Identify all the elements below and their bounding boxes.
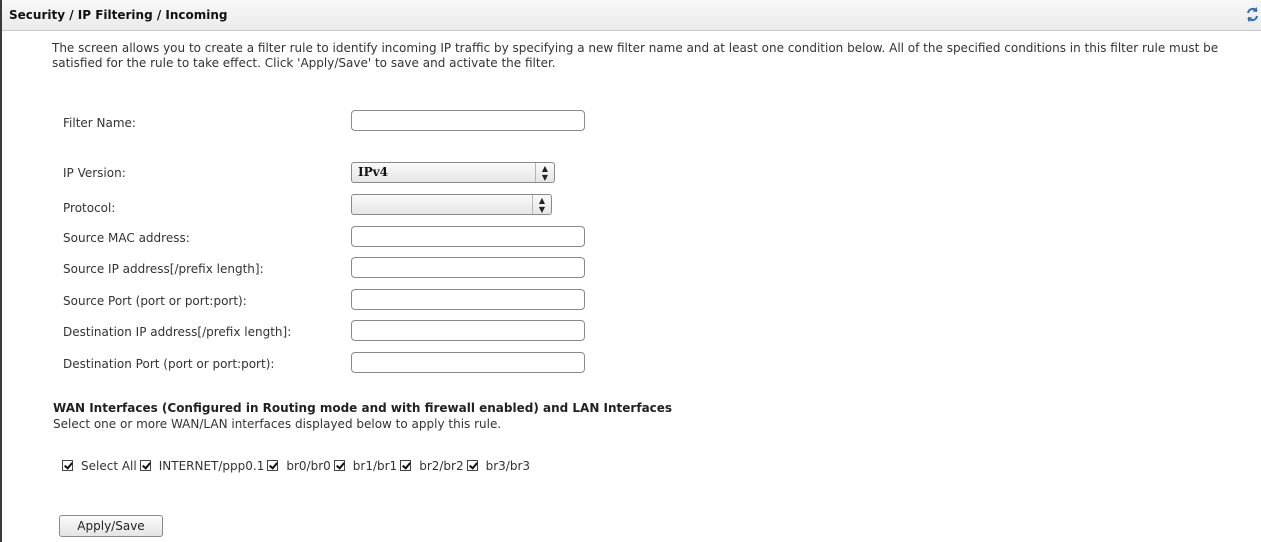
interface-br3-checkbox[interactable] — [466, 460, 478, 471]
apply-save-button[interactable]: Apply/Save — [59, 515, 163, 537]
interface-internet-ppp0-label: INTERNET/ppp0.1 — [158, 458, 265, 473]
interface-br0-checkbox[interactable] — [267, 460, 279, 471]
ip-version-label: IP Version: — [63, 166, 126, 180]
select-all-label: Select All — [81, 458, 137, 473]
select-arrows-icon: ▲ ▼ — [532, 195, 551, 214]
select-all-checkbox[interactable] — [62, 460, 73, 471]
interface-br1-label: br1/br1 — [352, 458, 398, 473]
page-header: Security / IP Filtering / Incoming — [2, 0, 1261, 31]
source-ip-label: Source IP address[/prefix length]: — [63, 262, 264, 276]
interface-br2-label: br2/br2 — [419, 458, 464, 473]
window-frame-border — [0, 0, 2, 542]
protocol-label: Protocol: — [63, 201, 116, 215]
interface-br2-checkbox[interactable] — [400, 460, 412, 471]
filter-name-input[interactable] — [351, 110, 585, 131]
interface-br1-checkbox[interactable] — [333, 460, 345, 471]
interfaces-section-title: WAN Interfaces (Configured in Routing mo… — [53, 401, 673, 415]
filter-name-label: Filter Name: — [63, 116, 136, 130]
select-arrows-icon: ▲ ▼ — [535, 163, 554, 182]
source-ip-input[interactable] — [351, 257, 585, 278]
interface-internet-ppp0-checkbox[interactable] — [139, 460, 151, 471]
page-description: The screen allows you to create a filter… — [52, 41, 1219, 70]
dest-port-input[interactable] — [351, 352, 585, 373]
source-mac-label: Source MAC address: — [63, 231, 190, 245]
dest-ip-input[interactable] — [351, 320, 585, 341]
ip-version-value: IPv4 — [358, 165, 388, 179]
interface-checkbox-row: Select All INTERNET/ppp0.1 br0/br0 br1/br1 b… — [62, 458, 533, 473]
interfaces-section-subtitle: Select one or more WAN/LAN interfaces di… — [53, 417, 502, 431]
interface-br3-label: br3/br3 — [485, 458, 531, 473]
source-port-input[interactable] — [351, 289, 585, 310]
dest-ip-label: Destination IP address[/prefix length]: — [63, 325, 292, 339]
dest-port-label: Destination Port (port or port:port): — [63, 357, 275, 371]
page-title: Security / IP Filtering / Incoming — [9, 8, 228, 22]
source-mac-input[interactable] — [351, 226, 585, 247]
ip-version-select[interactable]: IPv4 ▲ ▼ — [351, 162, 555, 183]
source-port-label: Source Port (port or port:port): — [63, 294, 247, 308]
interface-br0-label: br0/br0 — [286, 458, 331, 473]
refresh-icon[interactable] — [1245, 6, 1260, 23]
protocol-select[interactable]: ▲ ▼ — [351, 194, 552, 215]
